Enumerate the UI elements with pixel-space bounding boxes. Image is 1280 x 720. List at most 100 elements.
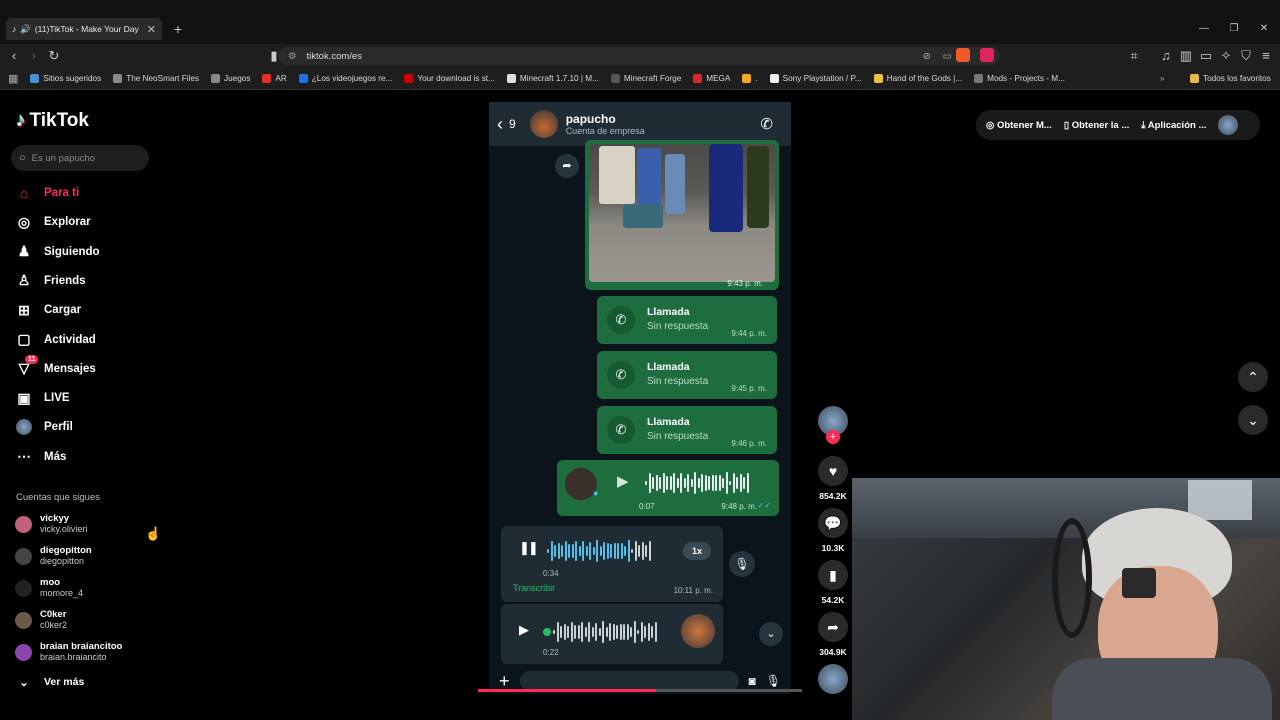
previous-video-icon[interactable]: ⌃: [1238, 362, 1268, 392]
screenshot-icon[interactable]: ⌗: [1124, 46, 1144, 66]
bookmark-item[interactable]: Your download is st...: [404, 74, 495, 83]
nav-item-más[interactable]: ⋯ Más: [16, 445, 146, 469]
comment-action[interactable]: 💬 10.3K: [816, 508, 850, 553]
next-video-icon[interactable]: ⌄: [1238, 405, 1268, 435]
forward-icon[interactable]: ›: [24, 46, 44, 66]
play-icon[interactable]: ▶: [617, 472, 629, 490]
nav-item-explorar[interactable]: ◎ Explorar: [16, 210, 146, 234]
video-progress-bar[interactable]: [478, 689, 802, 692]
bookmark-item[interactable]: Mods - Projects - M...: [974, 74, 1065, 83]
sound-disc-icon[interactable]: [818, 664, 848, 694]
add-call-icon[interactable]: ✆: [760, 115, 773, 133]
contact-avatar[interactable]: [529, 110, 558, 138]
pause-icon[interactable]: ❚❚: [519, 540, 539, 556]
play-icon[interactable]: ▶: [519, 622, 529, 638]
menu-icon[interactable]: ≡: [1256, 46, 1276, 66]
more-bookmarks-icon[interactable]: »: [1160, 74, 1165, 83]
bookmark-item[interactable]: Sitios sugeridos: [30, 74, 101, 83]
following-account[interactable]: vickyy vicky.olivieri: [11, 510, 149, 538]
bookmark-item[interactable]: Hand of the Gods |...: [873, 74, 962, 83]
scroll-down-icon[interactable]: ⌄: [759, 622, 783, 646]
share-arrow-icon[interactable]: ➦: [818, 612, 848, 642]
ai-icon[interactable]: ✧: [1216, 46, 1236, 66]
follow-plus-icon[interactable]: +: [826, 430, 840, 444]
bookmark-item[interactable]: The NeoSmart Files: [113, 74, 199, 83]
nav-item-perfil[interactable]: Perfil: [16, 415, 146, 439]
search-input[interactable]: ○ Es un papucho: [11, 145, 149, 171]
bookmark-item[interactable]: Minecraft Forge: [610, 74, 681, 83]
contact-name[interactable]: papucho: [566, 112, 645, 126]
nav-item-siguiendo[interactable]: ♟ Siguiendo: [16, 240, 146, 264]
following-account[interactable]: braian braiancitoo braian.braiancito: [11, 638, 149, 666]
missed-call-bubble[interactable]: ✆ Llamada Sin respuesta 9:46 p. m.: [597, 406, 777, 454]
reload-icon[interactable]: ↻: [44, 46, 64, 66]
get-coins-button[interactable]: ◎ Obtener M...: [986, 120, 1052, 131]
chat-back-icon[interactable]: ‹: [497, 114, 503, 135]
get-app-button[interactable]: ▯ Obtener la ...: [1064, 120, 1129, 131]
heart-icon[interactable]: ♥: [818, 456, 848, 486]
following-account[interactable]: moo momore_4: [11, 574, 149, 602]
following-account[interactable]: C0ker c0ker2: [11, 606, 149, 634]
close-tab-icon[interactable]: ✕: [147, 23, 156, 36]
desktop-app-button[interactable]: ⤓ Aplicación ...: [1141, 120, 1206, 131]
wallet-icon[interactable]: ▭: [1196, 46, 1216, 66]
message-input[interactable]: [519, 671, 739, 691]
vpn-icon[interactable]: ⛉: [1236, 46, 1256, 66]
bookmark-item[interactable]: Minecraft 1.7.10 | M...: [506, 74, 599, 83]
nav-item-friends[interactable]: ♙ Friends: [16, 269, 146, 293]
nav-item-actividad[interactable]: ▢ Actividad: [16, 328, 146, 352]
bookmark-icon[interactable]: ▮: [818, 560, 848, 590]
share-action[interactable]: ➦ 304.9K: [816, 612, 850, 657]
close-window-icon[interactable]: ✕: [1254, 20, 1274, 38]
mic-icon[interactable]: 🎙: [766, 674, 781, 688]
bookmark-item[interactable]: ¿Los videojuegos re...: [298, 74, 392, 83]
user-avatar[interactable]: [1218, 115, 1239, 135]
minimize-icon[interactable]: —: [1194, 20, 1214, 38]
bookmark-item[interactable]: Juegos: [211, 74, 250, 83]
nav-item-cargar[interactable]: ⊞ Cargar: [16, 298, 146, 322]
music-icon[interactable]: ♫: [1156, 46, 1176, 66]
apps-grid-icon[interactable]: ▦: [8, 72, 18, 85]
like-action[interactable]: ♥ 854.2K: [816, 456, 850, 501]
tiktok-logo[interactable]: ♪ TikTok: [16, 110, 89, 132]
voice-message-out[interactable]: ● ▶ 0:07 9:48 p. m. ✓✓: [557, 460, 779, 516]
missed-call-bubble[interactable]: ✆ Llamada Sin respuesta 9:45 p. m.: [597, 351, 777, 399]
brave-shield-icon[interactable]: [956, 48, 970, 62]
site-settings-icon[interactable]: ⚙: [288, 51, 297, 62]
speed-button[interactable]: 1x: [683, 542, 711, 560]
waveform[interactable]: [553, 621, 657, 643]
nav-item-live[interactable]: ▣ LIVE: [16, 386, 146, 410]
missed-call-bubble[interactable]: ✆ Llamada Sin respuesta 9:44 p. m.: [597, 296, 777, 344]
nav-item-para-ti[interactable]: ⌂ Para ti: [16, 181, 146, 205]
mic-button-icon[interactable]: 🎙: [729, 551, 755, 577]
photo-bubble[interactable]: 9:43 p. m.: [585, 140, 779, 290]
save-action[interactable]: ▮ 54.2K: [816, 560, 850, 605]
waveform[interactable]: [547, 540, 651, 562]
transcribe-button[interactable]: Transcribir: [513, 583, 555, 593]
browser-tab[interactable]: ♪ 🔊 (11)TikTok - Make Your Day ✕: [6, 18, 162, 40]
voice-message-in[interactable]: ❚❚ 1x 0:34 Transcribir 10:11 p. m.: [501, 526, 723, 602]
video-player[interactable]: ‹ 9 papucho Cuenta de empresa ✆ 9:43 p. …: [489, 102, 791, 694]
back-icon[interactable]: ‹: [4, 46, 24, 66]
nav-item-mensajes[interactable]: ▽ 11 Mensajes: [16, 354, 146, 381]
brave-rewards-icon[interactable]: [980, 48, 994, 62]
bookmark-item[interactable]: MEGA: [693, 74, 730, 83]
maximize-icon[interactable]: ❐: [1224, 20, 1244, 38]
voice-message-in-2[interactable]: ▶ 0:22: [501, 604, 723, 664]
forward-icon[interactable]: ➦: [555, 154, 579, 178]
bookmark-item[interactable]: AR: [262, 74, 287, 83]
audio-icon[interactable]: 🔊: [20, 24, 31, 35]
waveform[interactable]: [645, 472, 749, 494]
reader-off-icon[interactable]: ⊘: [923, 51, 931, 62]
following-account[interactable]: diegopitton diegopitton: [11, 542, 149, 570]
bookmark-item[interactable]: .: [742, 74, 758, 83]
all-favorites-folder[interactable]: Todos los favoritos: [1190, 74, 1271, 83]
cast-icon[interactable]: ▭: [943, 51, 952, 62]
camera-icon[interactable]: ◙: [749, 674, 756, 688]
sidebar-icon[interactable]: ▥: [1176, 46, 1196, 66]
new-tab-button[interactable]: +: [170, 18, 186, 40]
comment-icon[interactable]: 💬: [818, 508, 848, 538]
see-more-button[interactable]: ⌄ Ver más: [16, 670, 146, 694]
address-bar[interactable]: ⚙ tiktok.com/es ⊘ ▭ A ↗: [278, 47, 1000, 65]
bookmark-item[interactable]: Sony Playstation / P...: [769, 74, 862, 83]
